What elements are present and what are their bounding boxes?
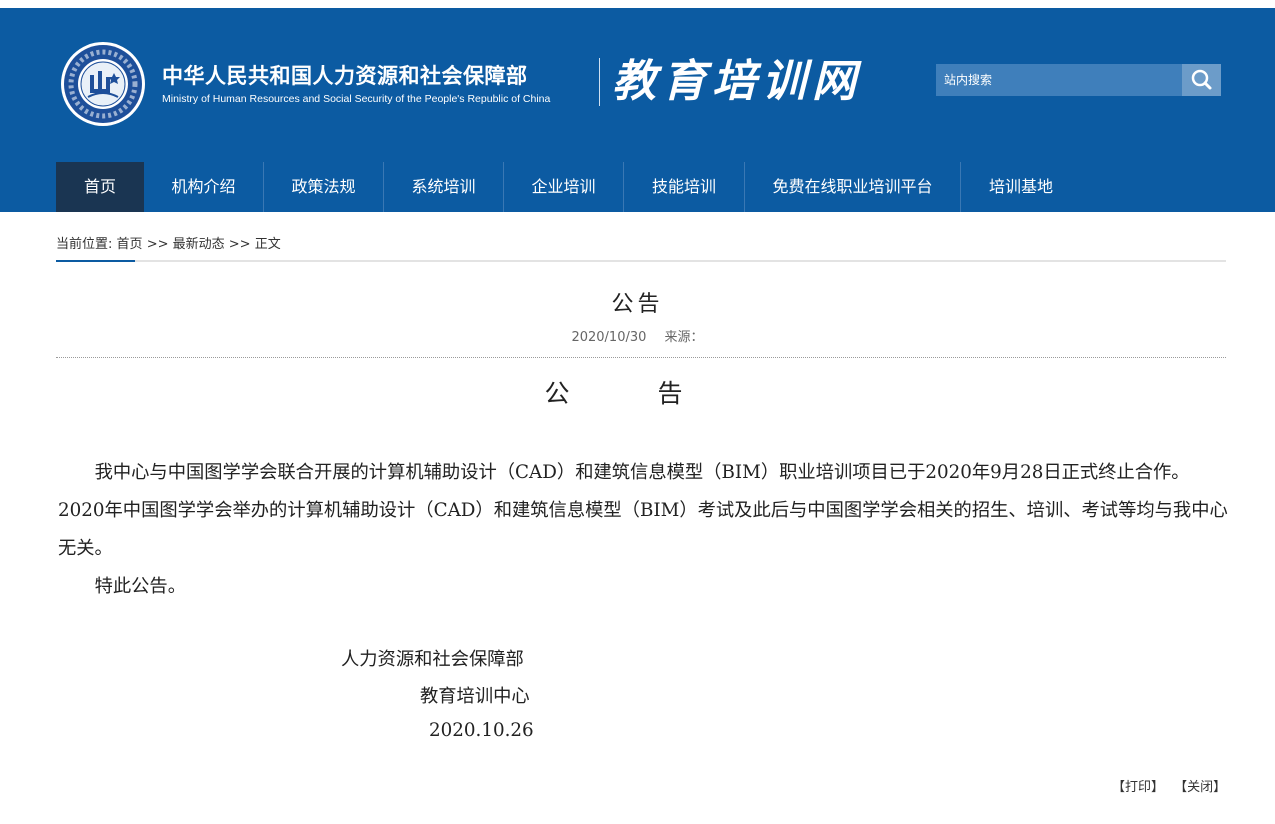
body-heading: 公告 <box>544 379 771 408</box>
search-input[interactable] <box>936 64 1182 96</box>
article-title: 公告 <box>611 292 664 317</box>
article-date: 2020/10/30 <box>571 330 647 345</box>
breadcrumb-section-link[interactable]: 最新动态 <box>173 237 225 252</box>
article-meta: 2020/10/30 来源： <box>0 326 1275 345</box>
signature-date: 2020.10.26 <box>429 720 534 741</box>
close-link[interactable]: 【关闭】 <box>1174 780 1226 795</box>
print-link[interactable]: 【打印】 <box>1112 780 1164 795</box>
nav-item-online-platform[interactable]: 免费在线职业培训平台 <box>745 162 961 212</box>
footer-links: 【打印】 【关闭】 <box>1112 776 1226 795</box>
site-title: 教育培训网 <box>612 56 862 107</box>
signature-org-ministry: 人力资源和社会保障部 <box>341 649 524 670</box>
article-paragraph: 特此公告。 <box>94 576 186 597</box>
ministry-name-en: Ministry of Human Resources and Social S… <box>162 93 551 105</box>
search-button[interactable] <box>1182 64 1221 96</box>
nav-item-about[interactable]: 机构介绍 <box>144 162 264 212</box>
article-source-label: 来源： <box>664 330 704 345</box>
breadcrumb-home-link[interactable]: 首页 <box>117 237 143 252</box>
nav-item-policy[interactable]: 政策法规 <box>264 162 384 212</box>
nav-item-training-base[interactable]: 培训基地 <box>961 162 1081 212</box>
breadcrumb-prefix: 当前位置: <box>56 237 113 252</box>
ministry-name-cn: 中华人民共和国人力资源和社会保障部 <box>162 64 528 88</box>
nav-item-skills-training[interactable]: 技能培训 <box>624 162 745 212</box>
header-divider <box>599 58 600 106</box>
breadcrumb-divider <box>56 260 1226 262</box>
breadcrumb-current: 正文 <box>254 237 281 252</box>
breadcrumb: 当前位置: 首页 >> 最新动态 >> 正文 <box>56 233 281 252</box>
main-nav: 首页 机构介绍 政策法规 系统培训 企业培训 技能培训 免费在线职业培训平台 培… <box>56 162 1081 212</box>
article-body: 我中心与中国图学学会联合开展的计算机辅助设计（CAD）和建筑信息模型（BIM）职… <box>58 454 1228 606</box>
breadcrumb-accent-bar <box>56 260 135 262</box>
nav-item-home[interactable]: 首页 <box>56 162 144 212</box>
ministry-emblem-logo[interactable] <box>60 41 146 127</box>
search-icon <box>1191 69 1212 90</box>
article-paragraph: 我中心与中国图学学会联合开展的计算机辅助设计（CAD）和建筑信息模型（BIM）职… <box>58 462 1228 559</box>
nav-item-system-training[interactable]: 系统培训 <box>384 162 504 212</box>
nav-item-enterprise-training[interactable]: 企业培训 <box>504 162 624 212</box>
article-divider <box>56 357 1226 358</box>
breadcrumb-separator: >> <box>228 237 251 252</box>
breadcrumb-separator: >> <box>146 237 169 252</box>
signature-org-center: 教育培训中心 <box>420 686 530 707</box>
